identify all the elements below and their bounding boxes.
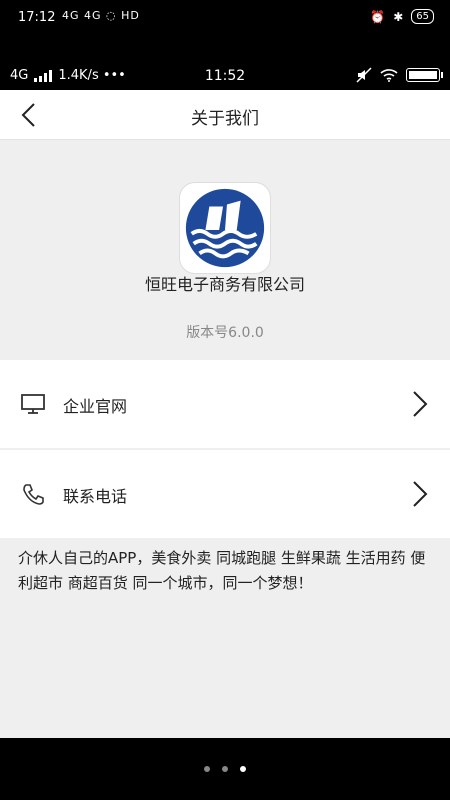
pager-dot[interactable]: [204, 766, 210, 772]
app-version: 版本号6.0.0: [186, 325, 264, 341]
chevron-right-icon: [413, 481, 428, 507]
company-logo: [179, 182, 271, 274]
monitor-icon: [21, 394, 45, 414]
outer-time: 17:12: [18, 10, 56, 25]
page-title: 关于我们: [191, 109, 259, 129]
mute-icon: [356, 67, 372, 83]
bottom-bar: [0, 738, 450, 800]
inner-status-right: [356, 67, 443, 83]
alarm-icon: ⏰: [370, 9, 386, 24]
about-screen: 关于我们 恒旺电子商务有限公司 版本号6.0.0 企业官网 联系电话 介休人自己…: [0, 90, 450, 738]
about-header: 恒旺电子商务有限公司 版本号6.0.0: [0, 141, 450, 360]
phone-icon: [23, 484, 44, 505]
pager-dot[interactable]: [222, 766, 228, 772]
pager-dot-active[interactable]: [240, 766, 246, 772]
outer-signal: 4G 4G ◌ HD: [62, 9, 140, 22]
menu-item-phone[interactable]: 联系电话: [0, 450, 450, 538]
battery-icon: [406, 68, 443, 82]
outer-net-label: HD: [121, 9, 140, 22]
menu-item-website[interactable]: 企业官网: [0, 360, 450, 448]
app-description: 介休人自己的APP，美食外卖 同城跑腿 生鲜果蔬 生活用药 便利超市 商超百货 …: [18, 549, 426, 592]
company-name: 恒旺电子商务有限公司: [144, 275, 305, 294]
menu-item-phone-label: 联系电话: [63, 487, 128, 506]
outer-battery: 65: [411, 9, 434, 24]
menu-item-website-label: 企业官网: [63, 397, 128, 416]
pager-dots: [0, 766, 450, 772]
inner-status-bar: 4G 1.4K/s ••• 11:52: [0, 62, 450, 90]
outer-signal-label: 4G 4G: [62, 9, 102, 22]
bluetooth-icon: ✱: [393, 9, 404, 24]
chevron-right-icon: [413, 391, 428, 417]
wifi-icon: ◌: [106, 9, 117, 22]
navbar: 关于我们: [0, 90, 450, 140]
outer-status-right: ⏰ ✱ 65: [370, 9, 434, 24]
outer-status-bar: 17:12 4G 4G ◌ HD ⏰ ✱ 65: [0, 0, 450, 36]
wifi-icon: [380, 69, 398, 82]
